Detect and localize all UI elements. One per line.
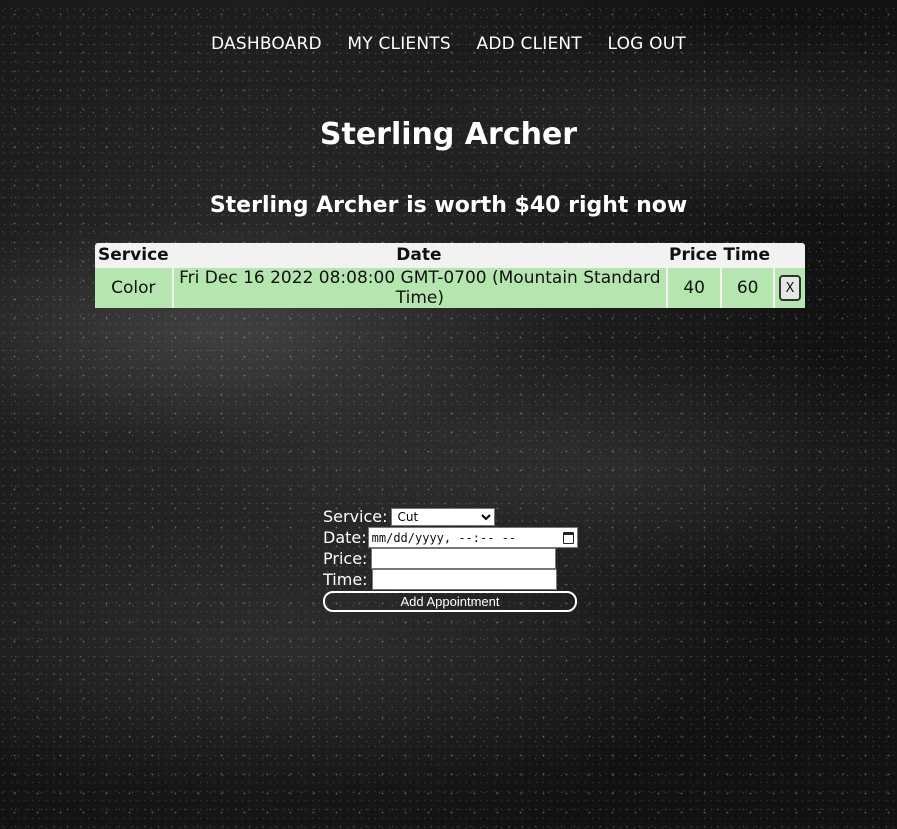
calendar-icon[interactable] <box>562 531 574 544</box>
price-input[interactable] <box>371 548 557 569</box>
cell-date: Fri Dec 16 2022 08:08:00 GMT-0700 (Mount… <box>171 266 667 308</box>
date-input[interactable]: mm/dd/yyyy, --:-- -- <box>367 527 578 548</box>
add-appointment-button[interactable]: Add Appointment <box>323 591 577 612</box>
cell-price: 40 <box>666 266 721 308</box>
header-actions <box>773 243 805 266</box>
nav-log-out[interactable]: LOG OUT <box>608 34 686 54</box>
date-label: Date: <box>323 528 367 547</box>
cell-service: Color <box>95 266 172 308</box>
add-appointment-form: Service: Cut Date: mm/dd/yyyy, --:-- -- … <box>323 506 583 612</box>
nav-my-clients[interactable]: MY CLIENTS <box>347 34 450 54</box>
price-row: Price: <box>323 548 583 569</box>
cell-time: 60 <box>720 266 773 308</box>
time-label: Time: <box>323 570 368 589</box>
header-price: Price <box>669 245 718 265</box>
table-header-row: Service Date Price Time <box>95 243 805 266</box>
table-row: Color Fri Dec 16 2022 08:08:00 GMT-0700 … <box>95 266 805 308</box>
header-service: Service <box>98 245 169 265</box>
cell-actions: X <box>773 266 805 308</box>
header-time: Time <box>723 245 770 265</box>
service-label: Service: <box>323 507 388 526</box>
top-nav: DASHBOARD MY CLIENTS ADD CLIENT LOG OUT <box>0 34 897 54</box>
date-placeholder: mm/dd/yyyy, --:-- -- <box>371 530 517 545</box>
service-select[interactable]: Cut <box>390 507 495 526</box>
price-label: Price: <box>323 549 368 568</box>
nav-dashboard[interactable]: DASHBOARD <box>211 34 322 54</box>
time-row: Time: <box>323 569 583 590</box>
date-row: Date: mm/dd/yyyy, --:-- -- <box>323 527 583 548</box>
client-name-heading: Sterling Archer <box>319 117 578 152</box>
appointments-table: Service Date Price Time Color Fri Dec 16… <box>95 243 805 308</box>
service-row: Service: Cut <box>323 506 583 527</box>
client-worth-heading: Sterling Archer is worth $40 right now <box>209 193 688 218</box>
header-date: Date <box>396 245 442 265</box>
nav-add-client[interactable]: ADD CLIENT <box>476 34 581 54</box>
delete-appointment-button[interactable]: X <box>779 275 801 301</box>
time-input[interactable] <box>371 569 557 590</box>
